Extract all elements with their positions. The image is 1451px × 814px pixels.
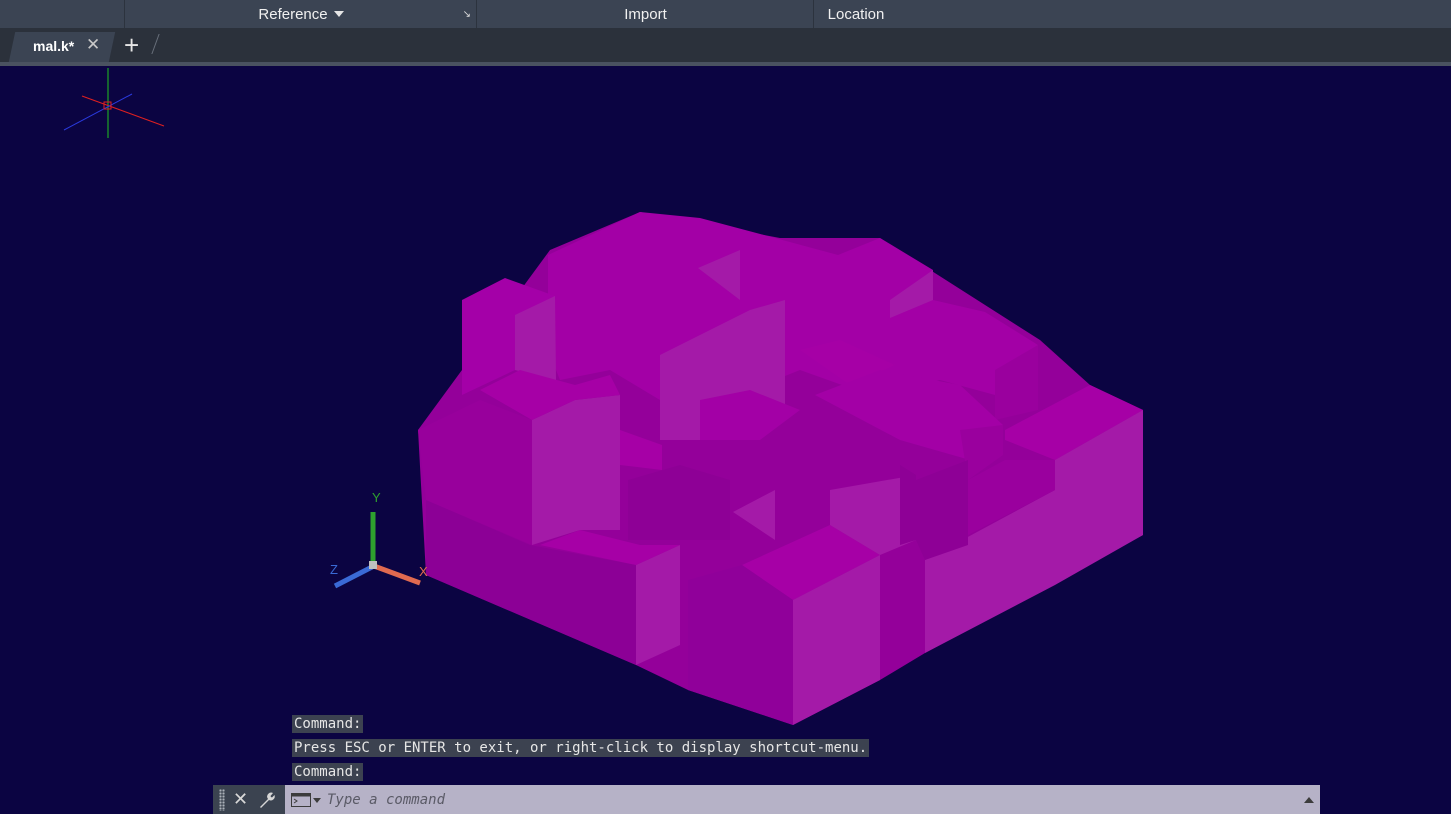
- ucs-z-label: Z: [330, 562, 338, 577]
- solid-model[interactable]: [418, 212, 1143, 725]
- command-input[interactable]: [327, 787, 1287, 812]
- command-prompt-icon[interactable]: [291, 793, 311, 807]
- document-tab-label[interactable]: mal.k*: [33, 38, 74, 54]
- ribbon-panel-import[interactable]: Import: [476, 0, 814, 28]
- location-panel-title: Location: [827, 5, 885, 23]
- close-icon[interactable]: ✕: [86, 35, 100, 55]
- command-history-line: Command:: [292, 763, 364, 781]
- reference-panel-title: Reference: [258, 5, 328, 23]
- close-icon[interactable]: ✕: [233, 789, 248, 809]
- command-history-line: Command:: [292, 715, 364, 733]
- dialog-launcher-icon[interactable]: ↘: [463, 10, 471, 20]
- import-panel-title: Import: [624, 5, 667, 23]
- chevron-down-icon[interactable]: [333, 11, 344, 17]
- ucs-y-label: Y: [372, 490, 381, 505]
- ribbon-panel-blank: [0, 0, 124, 28]
- document-tab-bar: [0, 28, 1451, 62]
- ribbon-panel-bar: Reference ↘ Import Location: [0, 0, 1451, 28]
- plus-icon[interactable]: +: [124, 32, 139, 58]
- ribbon-panel-reference[interactable]: Reference ↘: [124, 0, 477, 28]
- command-line-bar: ✕: [213, 785, 1320, 814]
- ucs-icon[interactable]: [333, 512, 421, 589]
- command-history-line: Press ESC or ENTER to exit, or right-cli…: [292, 739, 870, 757]
- model-space-canvas[interactable]: [0, 66, 1451, 814]
- chevron-down-icon[interactable]: [313, 798, 321, 803]
- command-input-wrap[interactable]: [285, 785, 1320, 814]
- drawing-viewport[interactable]: Y X Z: [0, 66, 1451, 814]
- wrench-icon[interactable]: [258, 791, 276, 809]
- chevron-up-icon[interactable]: [1304, 797, 1314, 803]
- ribbon-panel-location[interactable]: Location: [813, 0, 898, 28]
- ucs-x-label: X: [419, 564, 428, 579]
- grip-icon[interactable]: [219, 789, 225, 811]
- crosshair-cursor: [63, 68, 165, 138]
